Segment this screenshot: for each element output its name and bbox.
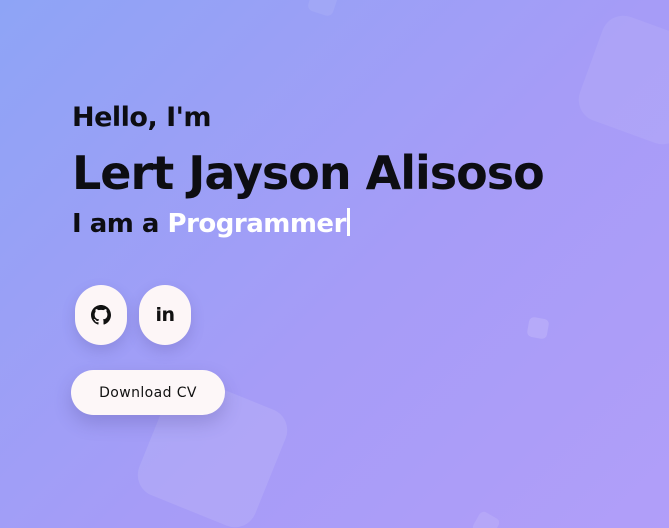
linkedin-button[interactable]: in bbox=[139, 285, 191, 345]
decorative-shape bbox=[306, 0, 340, 18]
role-text: Programmer bbox=[167, 209, 347, 239]
decorative-shape bbox=[572, 9, 669, 151]
hero-section: Hello, I'm Lert Jayson Alisoso I am a Pr… bbox=[72, 100, 545, 242]
linkedin-icon: in bbox=[155, 304, 175, 326]
github-button[interactable] bbox=[75, 285, 127, 345]
hero-role-line: I am a Programmer bbox=[72, 206, 544, 242]
hero-greeting: Hello, I'm bbox=[72, 102, 212, 133]
decorative-shape bbox=[526, 316, 550, 340]
download-cv-button[interactable]: Download CV bbox=[71, 370, 225, 415]
social-links: in bbox=[75, 285, 191, 345]
decorative-shape bbox=[470, 509, 502, 528]
typing-cursor bbox=[346, 208, 350, 236]
github-icon bbox=[91, 305, 111, 325]
role-prefix: I am a bbox=[72, 209, 159, 239]
hero-name: Lert Jayson Alisoso bbox=[72, 146, 545, 200]
